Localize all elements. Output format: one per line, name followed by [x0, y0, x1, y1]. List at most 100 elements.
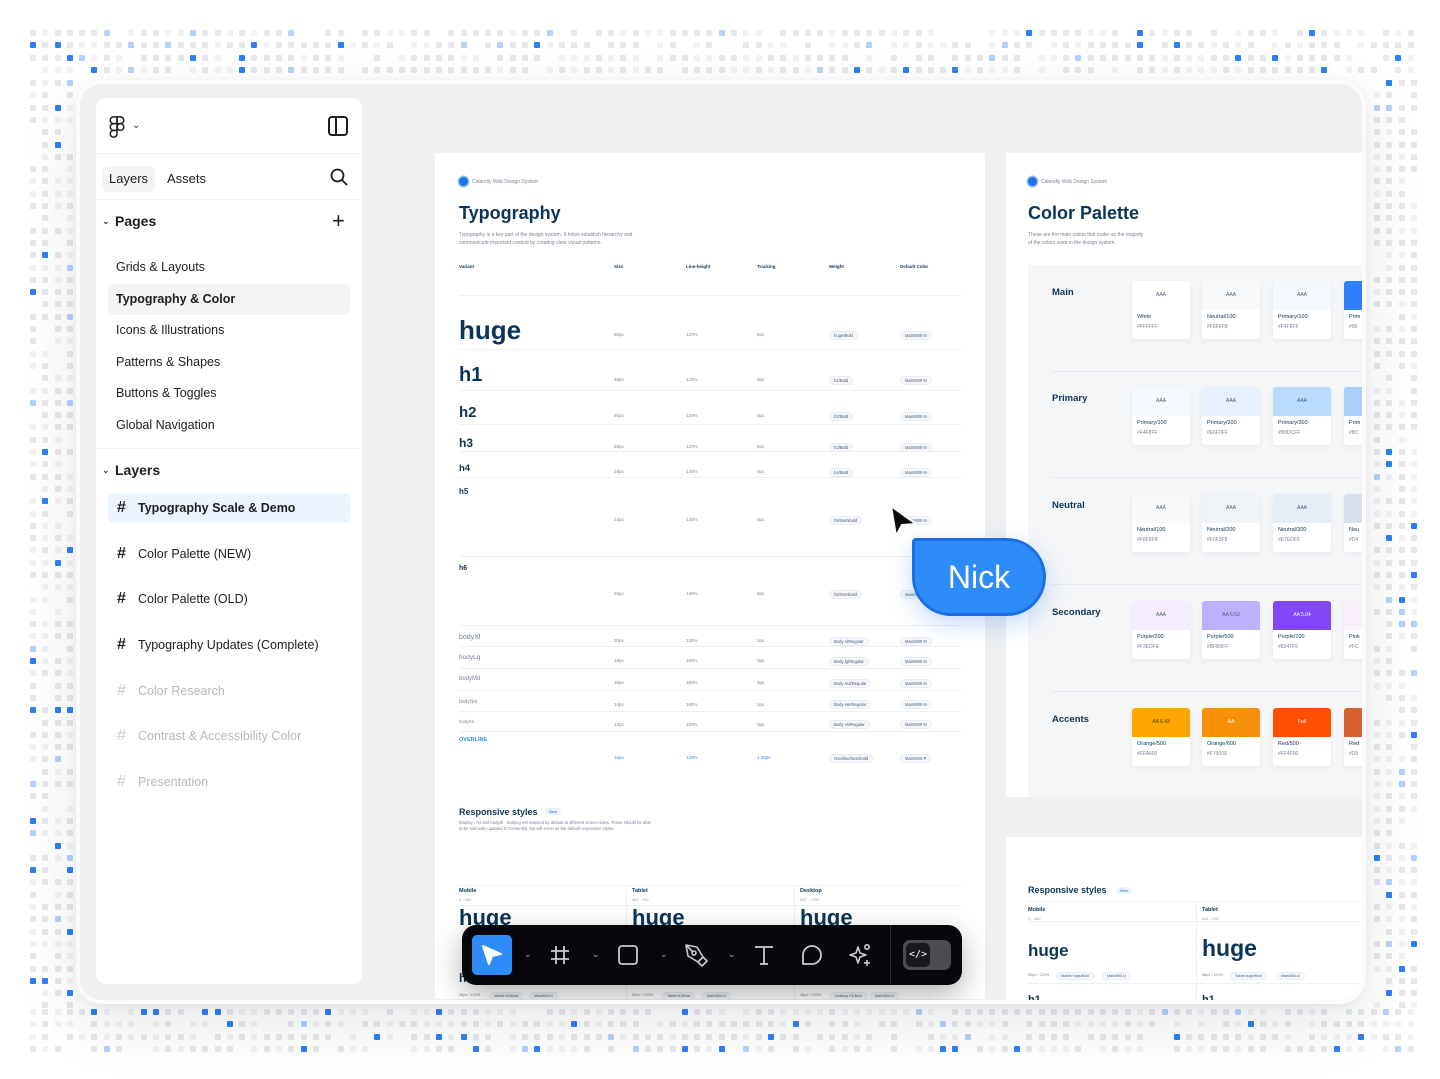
color-swatch[interactable]: AAA Primary/300 #B8DCFF [1273, 387, 1331, 445]
color-swatch[interactable]: AA 5.04 Purple/700 #8247F5 [1273, 601, 1331, 659]
pen-tool-chevron-icon[interactable]: ⌄ [728, 949, 736, 960]
layer-item[interactable]: # Presentation [108, 767, 350, 797]
background-dot [916, 54, 922, 61]
shape-tool-button[interactable] [608, 935, 648, 975]
line-height-cell: 120% [686, 444, 698, 450]
color-swatch[interactable]: Prim #BC [1344, 387, 1362, 445]
color-swatch[interactable]: Prim #00 [1344, 281, 1362, 339]
layer-item[interactable]: # Color Research [108, 676, 350, 706]
color-swatch[interactable]: AA Orange/600 #F79009 [1202, 708, 1260, 766]
page-item[interactable]: Global Navigation [108, 410, 350, 442]
background-dot [854, 1033, 860, 1040]
search-icon[interactable] [330, 168, 348, 186]
color-swatch[interactable]: AA 6.53 Purple/500 #BFB0FF [1202, 601, 1260, 659]
background-dot [30, 953, 36, 959]
text-tool-button[interactable] [744, 935, 784, 975]
background-dot [1248, 66, 1254, 73]
color-swatch[interactable]: AA 6.43 Orange/500 #FFA600 [1132, 708, 1190, 766]
color-swatch[interactable]: AAA Neutral/100 #F8F9FB [1132, 494, 1190, 552]
tab-assets[interactable]: Assets [160, 166, 213, 192]
background-dot [424, 1033, 430, 1040]
color-swatch[interactable]: AAA Neutral/300 #E7EDF6 [1273, 494, 1331, 552]
background-dot [66, 695, 73, 701]
layer-item[interactable]: # Contrast & Accessibility Color [108, 721, 350, 751]
color-swatch[interactable]: Red #D5 [1344, 708, 1362, 766]
background-dot [1398, 670, 1405, 676]
background-dot [657, 30, 663, 36]
pages-collapse-chevron-icon[interactable]: ⌄ [102, 216, 110, 227]
layer-item[interactable]: # Typography Updates (Complete) [108, 630, 350, 660]
background-dot [1358, 30, 1364, 36]
brand-name: Calendly Web Design System [1041, 179, 1108, 185]
color-hex-value: #8247F5 [1278, 644, 1298, 650]
tab-layers[interactable]: Layers [102, 166, 156, 192]
background-dot [1374, 449, 1380, 455]
color-swatch[interactable]: AAA White #FFFFFF [1132, 281, 1190, 339]
frame-tool-chevron-icon[interactable]: ⌄ [592, 949, 600, 960]
pages-section-header[interactable]: ⌄ Pages + [96, 200, 362, 244]
figma-logo-icon[interactable] [108, 116, 126, 138]
background-dot [1309, 66, 1315, 73]
background-dot [1395, 1021, 1401, 1028]
pen-tool-button[interactable] [676, 935, 716, 975]
size-cell: 80px [614, 332, 624, 338]
page-item[interactable]: Buttons & Toggles [108, 378, 350, 410]
background-dot [842, 1045, 848, 1052]
color-token-name: Primary/100 [1137, 420, 1167, 426]
background-dot [66, 584, 73, 590]
background-dot [670, 1021, 676, 1028]
background-dot [42, 375, 49, 381]
color-swatch[interactable]: AAA Purple/200 #F3EDFE [1132, 601, 1190, 659]
background-dot [1386, 400, 1393, 406]
shape-tool-chevron-icon[interactable]: ⌄ [660, 949, 668, 960]
comment-tool-button[interactable] [792, 935, 832, 975]
background-dot [436, 1033, 442, 1040]
layer-item[interactable]: # Color Palette (NEW) [108, 539, 350, 569]
background-dot [1374, 584, 1380, 590]
background-dot [411, 1033, 417, 1040]
page-item[interactable]: Icons & Illustrations [108, 315, 350, 347]
page-item[interactable]: Typography & Color [108, 283, 350, 315]
color-swatch[interactable]: AAA Primary/100 #F4F8FF [1132, 387, 1190, 445]
page-item[interactable]: Patterns & Shapes [108, 347, 350, 379]
background-dot [288, 66, 294, 73]
color-swatch[interactable]: AAA Primary/200 #E6F0FF [1202, 387, 1260, 445]
background-dot [916, 1045, 922, 1052]
background-dot [202, 42, 208, 49]
background-dot [1211, 1045, 1217, 1052]
ai-actions-button[interactable] [840, 935, 880, 975]
layer-item[interactable]: # Color Palette (OLD) [108, 584, 350, 614]
background-dot [1386, 756, 1393, 762]
page-item[interactable]: Grids & Layouts [108, 252, 350, 284]
color-palette-frame[interactable]: Calendly Web Design System Color Palette… [1006, 153, 1362, 797]
background-dot [805, 54, 811, 61]
add-page-icon[interactable]: + [332, 210, 345, 232]
color-swatch[interactable]: AAA Primary/100 #F4F8FF [1273, 281, 1331, 339]
typography-frame[interactable]: Calendly Web Design System Typography Ty… [435, 153, 985, 999]
layers-section-header[interactable]: ⌄ Layers [96, 449, 362, 493]
layers-collapse-chevron-icon[interactable]: ⌄ [102, 465, 110, 476]
background-dot [1398, 1002, 1405, 1008]
background-dot [1149, 54, 1155, 61]
color-swatch[interactable]: Neu #D4 [1344, 494, 1362, 552]
color-swatch[interactable]: Fail Red/500 #FF4F00 [1273, 708, 1331, 766]
frame-tool-button[interactable] [540, 935, 580, 975]
sidebar-toggle-icon[interactable] [328, 116, 348, 136]
color-swatch[interactable]: AAA Neutral/100 #F8F9FB [1202, 281, 1260, 339]
background-dot [1386, 683, 1393, 689]
responsive-styles-frame[interactable]: Responsive styles New Mobile 0 - 480 huge 5… [1006, 837, 1362, 1000]
color-swatch[interactable]: AAA Neutral/200 #F0F3F8 [1202, 494, 1260, 552]
move-tool-chevron-icon[interactable]: ⌄ [524, 949, 532, 960]
background-dot [1374, 744, 1380, 750]
background-dot [940, 1045, 946, 1052]
layer-item[interactable]: # Typography Scale & Demo [108, 493, 350, 523]
background-dot [54, 388, 61, 394]
dev-mode-toggle[interactable]: </> [903, 940, 951, 970]
move-tool-button[interactable] [472, 935, 512, 975]
main-menu-chevron-icon[interactable]: ⌄ [132, 120, 140, 131]
color-swatch[interactable]: Pink #FC [1344, 601, 1362, 659]
weight-token-pill: Body xs/Regular [829, 720, 870, 730]
background-dot [1321, 1033, 1327, 1040]
background-dot [1374, 203, 1380, 209]
color-hex-value: #00 [1349, 324, 1358, 330]
